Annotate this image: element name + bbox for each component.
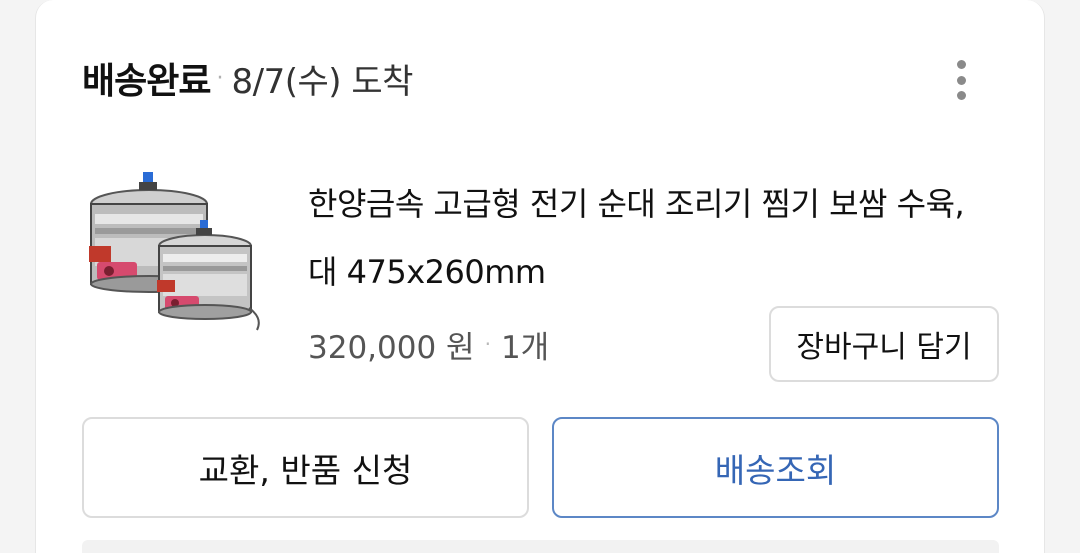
order-card: 배송완료 · 8/7(수) 도착 한양금속 고급형 전기 순대 조리기 찜기 보… — [35, 0, 1045, 553]
steamer-pot-image — [89, 172, 260, 331]
product-title[interactable]: 한양금속 고급형 전기 순대 조리기 찜기 보쌈 수육, 대 475x260mm — [308, 170, 998, 306]
exchange-return-button[interactable]: 교환, 반품 신청 — [82, 417, 529, 518]
product-quantity: 1개 — [500, 329, 550, 366]
separator-dot: · — [216, 65, 224, 91]
add-to-cart-button[interactable]: 장바구니 담기 — [769, 306, 999, 382]
more-vertical-icon — [956, 60, 966, 69]
arrival-date: 8/7(수) 도착 — [231, 61, 413, 102]
delivery-status: 배송완료 — [82, 61, 211, 102]
price-quantity: 320,000 원 · 1개 — [308, 318, 549, 370]
track-delivery-button[interactable]: 배송조회 — [552, 417, 999, 518]
next-section-edge — [82, 540, 999, 553]
separator-dot: · — [484, 332, 491, 356]
more-options-button[interactable] — [944, 56, 978, 104]
product-price: 320,000 원 — [308, 329, 475, 366]
product-thumbnail[interactable] — [81, 158, 271, 348]
order-header: 배송완료 · 8/7(수) 도착 — [82, 52, 413, 104]
